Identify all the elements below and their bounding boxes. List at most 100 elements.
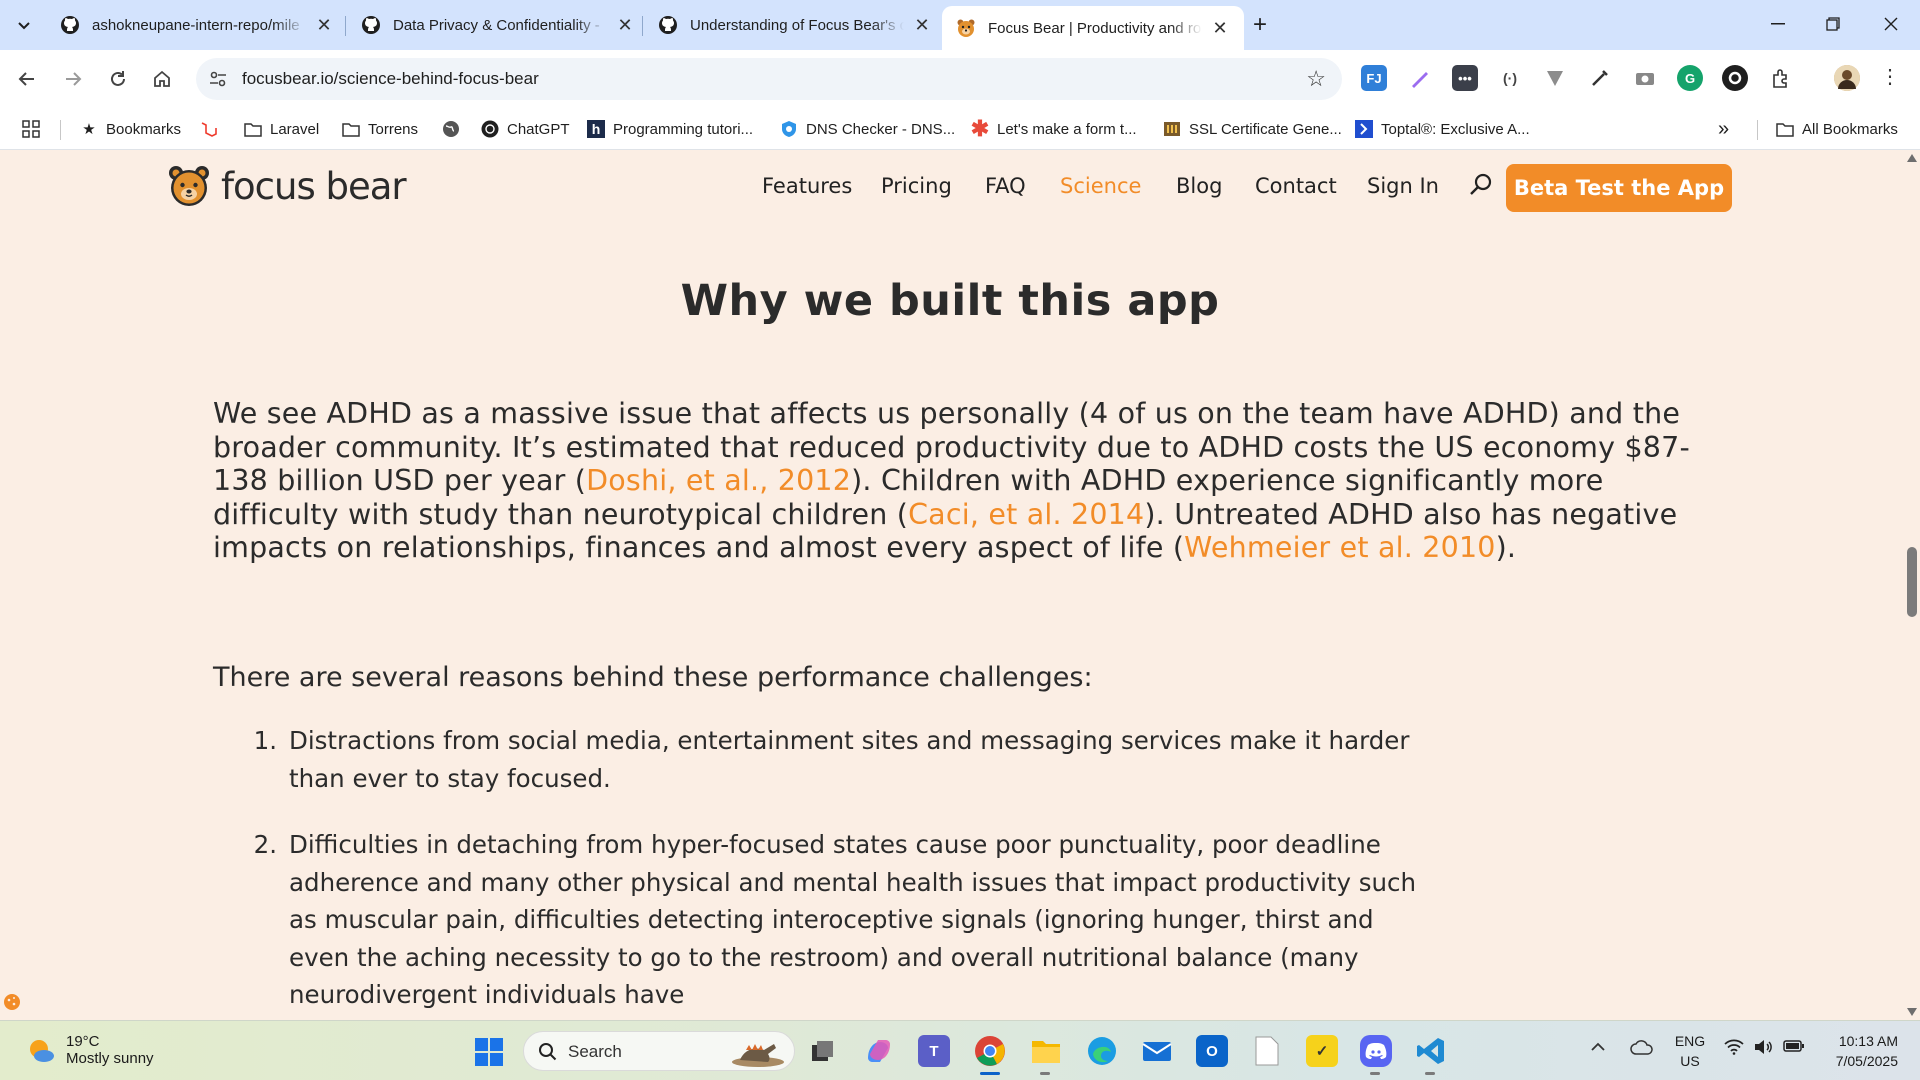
bookmarks-overflow-icon[interactable]: » bbox=[1718, 118, 1729, 140]
forward-arrow-icon[interactable] bbox=[58, 64, 88, 94]
task-view-icon[interactable] bbox=[807, 1035, 839, 1067]
extension-pen-icon[interactable] bbox=[1407, 65, 1433, 91]
url-text: focusbear.io/science-behind-focus-bear bbox=[242, 69, 539, 88]
notepad-icon[interactable] bbox=[1251, 1035, 1283, 1067]
bookmark-item[interactable] bbox=[442, 118, 468, 140]
search-icon[interactable] bbox=[1468, 172, 1494, 198]
bookmark-item[interactable]: Laravel bbox=[244, 118, 319, 140]
close-tab-icon[interactable]: ✕ bbox=[314, 15, 334, 36]
bookmark-label: ChatGPT bbox=[507, 120, 570, 138]
minimize-icon[interactable] bbox=[1758, 8, 1798, 40]
nav-sign-in[interactable]: Sign In bbox=[1367, 174, 1439, 198]
browser-menu-icon[interactable]: ⋮ bbox=[1880, 64, 1900, 89]
sticky-notes-icon[interactable]: ✓ bbox=[1306, 1035, 1338, 1067]
bookmark-item[interactable]: h Programming tutori... bbox=[587, 118, 753, 140]
close-tab-icon[interactable]: ✕ bbox=[912, 15, 932, 36]
bookmark-item[interactable]: SSL Certificate Gene... bbox=[1163, 118, 1342, 140]
weather-temp: 19°C bbox=[66, 1033, 100, 1050]
citation-link-wehmeier[interactable]: Wehmeier et al. 2010 bbox=[1184, 531, 1495, 564]
beta-test-button[interactable]: Beta Test the App bbox=[1506, 164, 1732, 212]
bookmark-label: SSL Certificate Gene... bbox=[1189, 120, 1342, 138]
address-bar[interactable]: focusbear.io/science-behind-focus-bear ☆ bbox=[196, 58, 1342, 100]
ssl-icon bbox=[1163, 120, 1181, 138]
system-clock[interactable]: 10:13 AM 7/05/2025 bbox=[1808, 1031, 1898, 1071]
nav-faq[interactable]: FAQ bbox=[985, 174, 1026, 198]
extension-camera-icon[interactable] bbox=[1632, 65, 1658, 91]
extensions-puzzle-icon[interactable] bbox=[1768, 65, 1794, 91]
home-icon[interactable] bbox=[147, 64, 177, 94]
browser-tab-2[interactable]: Understanding of Focus Bear's c ✕ bbox=[644, 6, 946, 44]
reload-icon[interactable] bbox=[103, 64, 133, 94]
scroll-down-arrow-icon[interactable] bbox=[1907, 1008, 1917, 1016]
cookie-icon[interactable] bbox=[3, 993, 21, 1011]
extension-v-icon[interactable] bbox=[1542, 65, 1568, 91]
overflow-chevrons: » bbox=[1718, 117, 1730, 140]
site-info-icon[interactable] bbox=[208, 69, 228, 89]
citation-link-doshi[interactable]: Doshi, et al., 2012 bbox=[586, 464, 851, 497]
browser-tab-1[interactable]: Data Privacy & Confidentiality - ✕ bbox=[347, 6, 649, 44]
outlook-icon[interactable]: O bbox=[1196, 1035, 1228, 1067]
folder-icon bbox=[342, 120, 360, 138]
extension-code-icon[interactable]: (·) bbox=[1497, 65, 1523, 91]
nav-pricing[interactable]: Pricing bbox=[881, 174, 952, 198]
nav-features[interactable]: Features bbox=[762, 174, 852, 198]
teams-icon[interactable]: T bbox=[918, 1035, 950, 1067]
apps-grid-icon[interactable] bbox=[22, 118, 40, 140]
weather-widget[interactable]: 19°C Mostly sunny bbox=[26, 1033, 154, 1067]
extension-circle-icon[interactable] bbox=[1722, 65, 1748, 91]
github-icon bbox=[61, 16, 79, 34]
profile-avatar[interactable] bbox=[1834, 65, 1860, 91]
bookmark-star-icon[interactable]: ☆ bbox=[1306, 66, 1326, 92]
extension-dots-icon[interactable]: ••• bbox=[1452, 65, 1478, 91]
file-explorer-icon[interactable] bbox=[1030, 1035, 1062, 1067]
toptal-icon bbox=[1355, 120, 1373, 138]
close-tab-icon[interactable]: ✕ bbox=[1210, 18, 1230, 39]
bookmark-item[interactable]: ✱ Let's make a form t... bbox=[971, 116, 1137, 141]
chatgpt-icon bbox=[481, 120, 499, 138]
tab-search-chevron-icon[interactable] bbox=[10, 12, 38, 40]
battery-icon[interactable] bbox=[1783, 1039, 1805, 1057]
nav-contact[interactable]: Contact bbox=[1255, 174, 1337, 198]
nav-blog[interactable]: Blog bbox=[1176, 174, 1222, 198]
discord-icon[interactable] bbox=[1360, 1035, 1392, 1067]
bookmark-item[interactable]: Toptal®: Exclusive A... bbox=[1355, 118, 1530, 140]
wifi-icon[interactable] bbox=[1724, 1039, 1744, 1059]
new-tab-plus-icon[interactable]: + bbox=[1245, 10, 1275, 40]
back-arrow-icon[interactable] bbox=[12, 64, 42, 94]
bookmark-item[interactable] bbox=[200, 118, 226, 140]
scrollbar-thumb[interactable] bbox=[1907, 547, 1917, 617]
copilot-icon[interactable] bbox=[863, 1035, 895, 1067]
github-icon bbox=[659, 16, 677, 34]
bookmark-item[interactable]: ★ Bookmarks bbox=[80, 118, 181, 140]
extension-grammarly-icon[interactable]: G bbox=[1677, 65, 1703, 91]
search-icon bbox=[539, 1043, 557, 1061]
page-scrollbar[interactable] bbox=[1904, 150, 1920, 1020]
taskbar-search-box[interactable]: Search bbox=[523, 1031, 795, 1071]
site-header: focus bear Features Pricing FAQ Science … bbox=[0, 150, 1904, 224]
bookmark-item[interactable]: DNS Checker - DNS... bbox=[780, 118, 955, 140]
bookmark-item[interactable]: Torrens bbox=[342, 118, 418, 140]
restore-icon[interactable] bbox=[1813, 8, 1853, 40]
bookmark-item[interactable]: ChatGPT bbox=[481, 118, 570, 140]
site-logo[interactable]: focus bear bbox=[167, 164, 407, 208]
mail-icon[interactable] bbox=[1141, 1035, 1173, 1067]
browser-tab-active[interactable]: Focus Bear | Productivity and ro ✕ bbox=[942, 6, 1244, 50]
onedrive-cloud-icon[interactable] bbox=[1630, 1039, 1654, 1059]
scroll-up-arrow-icon[interactable] bbox=[1907, 154, 1917, 162]
extension-eyedropper-icon[interactable] bbox=[1587, 65, 1613, 91]
all-bookmarks-button[interactable]: All Bookmarks bbox=[1776, 118, 1898, 140]
close-tab-icon[interactable]: ✕ bbox=[615, 15, 635, 36]
intro-text: ). bbox=[1495, 531, 1517, 564]
language-indicator[interactable]: ENG US bbox=[1670, 1031, 1710, 1071]
windows-start-icon[interactable] bbox=[474, 1037, 504, 1067]
chrome-icon[interactable] bbox=[974, 1035, 1006, 1067]
vscode-icon[interactable] bbox=[1415, 1035, 1447, 1067]
volume-icon[interactable] bbox=[1753, 1039, 1773, 1059]
edge-icon[interactable] bbox=[1086, 1035, 1118, 1067]
tray-chevron-icon[interactable] bbox=[1590, 1039, 1606, 1056]
browser-tab-0[interactable]: ashokneupane-intern-repo/mile ✕ bbox=[46, 6, 348, 44]
citation-link-caci[interactable]: Caci, et al. 2014 bbox=[908, 498, 1144, 531]
close-window-icon[interactable] bbox=[1871, 8, 1911, 40]
extension-fj-icon[interactable]: FJ bbox=[1361, 65, 1387, 91]
nav-science[interactable]: Science bbox=[1060, 174, 1141, 198]
